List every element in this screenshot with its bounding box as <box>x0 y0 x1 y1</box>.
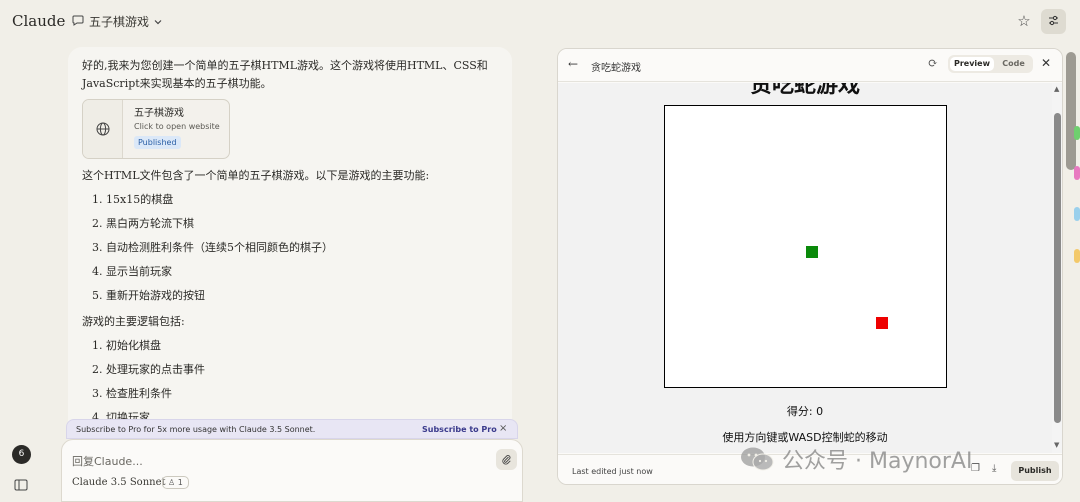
list-item: 2. 处理玩家的点击事件 <box>92 363 205 376</box>
list-item: 3. 自动检测胜利条件（连续5个相同颜色的棋子） <box>92 241 333 254</box>
preview-scrollbar[interactable]: ▲ ▼ <box>1052 83 1062 453</box>
tab-code[interactable]: Code <box>996 57 1031 71</box>
tab-preview[interactable]: Preview <box>950 57 994 71</box>
list-item: 2. 黑白两方轮流下棋 <box>92 217 194 230</box>
back-arrow-icon[interactable]: ← <box>568 57 578 71</box>
features-intro: 这个HTML文件包含了一个简单的五子棋游戏。以下是游戏的主要功能: <box>82 169 430 182</box>
sliders-icon <box>1047 12 1060 31</box>
style-badge-count: 1 <box>177 478 183 487</box>
close-icon[interactable]: × <box>499 423 507 434</box>
composer-input[interactable]: 回复Claude... <box>72 453 143 469</box>
watermark: 公众号 · MaynorAI <box>740 444 972 474</box>
conversation-title-menu[interactable]: 五子棋游戏 <box>72 13 162 30</box>
snake-segment <box>806 246 818 258</box>
list-item: 3. 检查胜利条件 <box>92 387 172 400</box>
game-canvas[interactable] <box>664 105 947 388</box>
chevron-down-icon <box>154 15 162 29</box>
scroll-down-icon[interactable]: ▼ <box>1054 441 1059 449</box>
brand-logo[interactable]: Claude <box>12 12 65 30</box>
yellow-indicator <box>1074 249 1080 263</box>
pink-indicator <box>1074 166 1080 180</box>
attach-button[interactable] <box>496 449 517 470</box>
model-selector[interactable]: Claude 3.5 Sonnet <box>72 477 166 488</box>
blue-indicator <box>1074 207 1080 221</box>
food-item <box>876 317 888 329</box>
published-badge: Published <box>134 136 181 149</box>
game-title: 贪吃蛇游戏 <box>749 83 860 98</box>
style-badge[interactable]: ♙ 1 <box>162 476 189 489</box>
features-list: 1. 15x15的棋盘 2. 黑白两方轮流下棋 3. 自动检测胜利条件（连续5个… <box>82 191 492 305</box>
page-scrollbar[interactable] <box>1066 52 1076 170</box>
download-icon[interactable]: ⤓ <box>992 463 996 474</box>
assistant-message: 好的,我来为您创建一个简单的五子棋HTML游戏。这个游戏将使用HTML、CSS和… <box>68 47 512 439</box>
publish-button[interactable]: Publish <box>1011 461 1059 481</box>
logic-intro: 游戏的主要逻辑包括: <box>82 315 185 328</box>
close-icon[interactable]: ✕ <box>1041 56 1051 70</box>
settings-button[interactable] <box>1041 9 1066 34</box>
last-edited-text: Last edited just now <box>572 467 653 476</box>
star-icon[interactable]: ☆ <box>1015 12 1033 30</box>
artifact-card[interactable]: 五子棋游戏 Click to open website Published <box>82 99 230 159</box>
artifact-card-title: 五子棋游戏 <box>134 108 184 119</box>
artifact-card-subtitle: Click to open website <box>134 122 220 131</box>
view-toggle: Preview Code <box>948 55 1033 73</box>
green-indicator <box>1074 126 1080 140</box>
artifact-panel-header: ← 贪吃蛇游戏 ⟳ Preview Code ✕ <box>558 49 1062 82</box>
intro-text: 好的,我来为您创建一个简单的五子棋HTML游戏。这个游戏将使用HTML、CSS和… <box>82 59 488 90</box>
list-item: 4. 显示当前玩家 <box>92 265 172 278</box>
artifact-panel: ← 贪吃蛇游戏 ⟳ Preview Code ✕ 贪吃蛇游戏 得分: 0 使用方… <box>557 48 1063 485</box>
subscribe-link[interactable]: Subscribe to Pro <box>422 425 497 434</box>
wechat-icon <box>740 446 774 472</box>
sidebar-toggle-icon[interactable] <box>14 476 28 491</box>
watermark-text: 公众号 · MaynorAI <box>782 449 973 474</box>
refresh-icon[interactable]: ⟳ <box>928 56 938 70</box>
person-icon: ♙ <box>168 478 176 487</box>
subscribe-banner: Subscribe to Pro for 5x more usage with … <box>66 419 518 439</box>
chat-bubble-icon <box>72 14 84 29</box>
artifact-panel-title: 贪吃蛇游戏 <box>591 63 641 74</box>
score-text: 得分: 0 <box>786 405 824 418</box>
message-composer[interactable]: 回复Claude... Claude 3.5 Sonnet ♙ 1 <box>61 439 523 502</box>
globe-icon <box>83 100 123 158</box>
list-item: 1. 15x15的棋盘 <box>92 193 174 206</box>
usage-counter-badge[interactable]: 6 <box>12 445 31 464</box>
subscribe-text: Subscribe to Pro for 5x more usage with … <box>76 425 316 434</box>
scrollbar-thumb[interactable] <box>1054 113 1061 423</box>
artifact-preview: 贪吃蛇游戏 得分: 0 使用方向键或WASD控制蛇的移动 <box>558 83 1052 453</box>
scroll-up-icon[interactable]: ▲ <box>1054 85 1059 93</box>
conversation-title: 五子棋游戏 <box>89 15 150 29</box>
top-bar: Claude 五子棋游戏 ☆ <box>0 0 1080 42</box>
logic-list: 1. 初始化棋盘 2. 处理玩家的点击事件 3. 检查胜利条件 4. 切换玩家 <box>82 337 492 427</box>
list-item: 5. 重新开始游戏的按钮 <box>92 289 205 302</box>
list-item: 1. 初始化棋盘 <box>92 339 161 352</box>
paperclip-icon <box>501 450 512 469</box>
